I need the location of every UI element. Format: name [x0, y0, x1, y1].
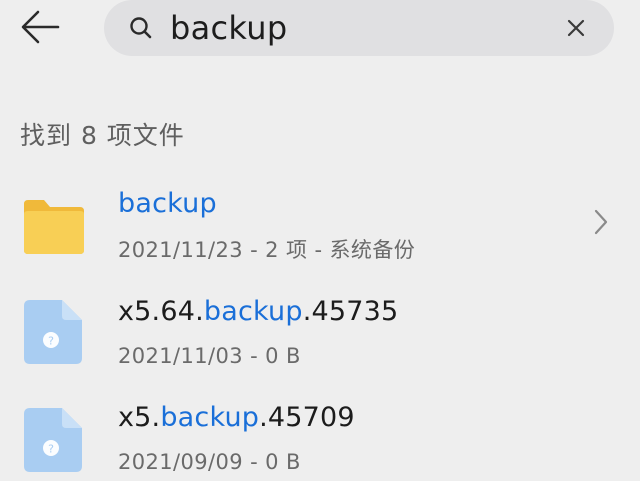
search-icon — [130, 17, 152, 39]
match-highlight: backup — [160, 402, 260, 433]
item-meta: 2021/11/23 - 2 项 - 系统备份 — [118, 238, 416, 262]
match-highlight: backup — [203, 296, 303, 327]
back-button[interactable] — [14, 4, 66, 50]
search-input[interactable]: backup — [170, 8, 287, 48]
folder-icon — [24, 200, 84, 254]
item-name: x5.64.backup.45735 — [118, 296, 399, 327]
match-highlight: backup — [118, 188, 217, 219]
item-name: backup — [118, 188, 217, 219]
list-item[interactable]: ? x5.64.backup.45735 2021/11/03 - 0 B — [0, 286, 640, 390]
item-meta: 2021/11/03 - 0 B — [118, 344, 301, 368]
item-name: x5.backup.45709 — [118, 402, 355, 433]
unknown-file-icon: ? — [24, 300, 82, 364]
svg-text:?: ? — [48, 443, 54, 456]
svg-text:?: ? — [48, 335, 54, 348]
list-item[interactable]: ? x5.backup.45709 2021/09/09 - 0 B — [0, 392, 640, 481]
file-search-screen: backup 找到 8 项文件 backup 2021/11/23 - 2 项 … — [0, 0, 640, 481]
list-item[interactable]: backup 2021/11/23 - 2 项 - 系统备份 — [0, 176, 640, 280]
unknown-file-icon: ? — [24, 408, 82, 472]
chevron-right-icon — [594, 209, 608, 235]
result-count-label: 找到 8 项文件 — [20, 121, 185, 150]
arrow-left-icon — [21, 10, 60, 44]
item-meta: 2021/09/09 - 0 B — [118, 450, 301, 474]
search-bar[interactable]: backup — [104, 0, 614, 56]
close-icon[interactable] — [562, 14, 590, 42]
